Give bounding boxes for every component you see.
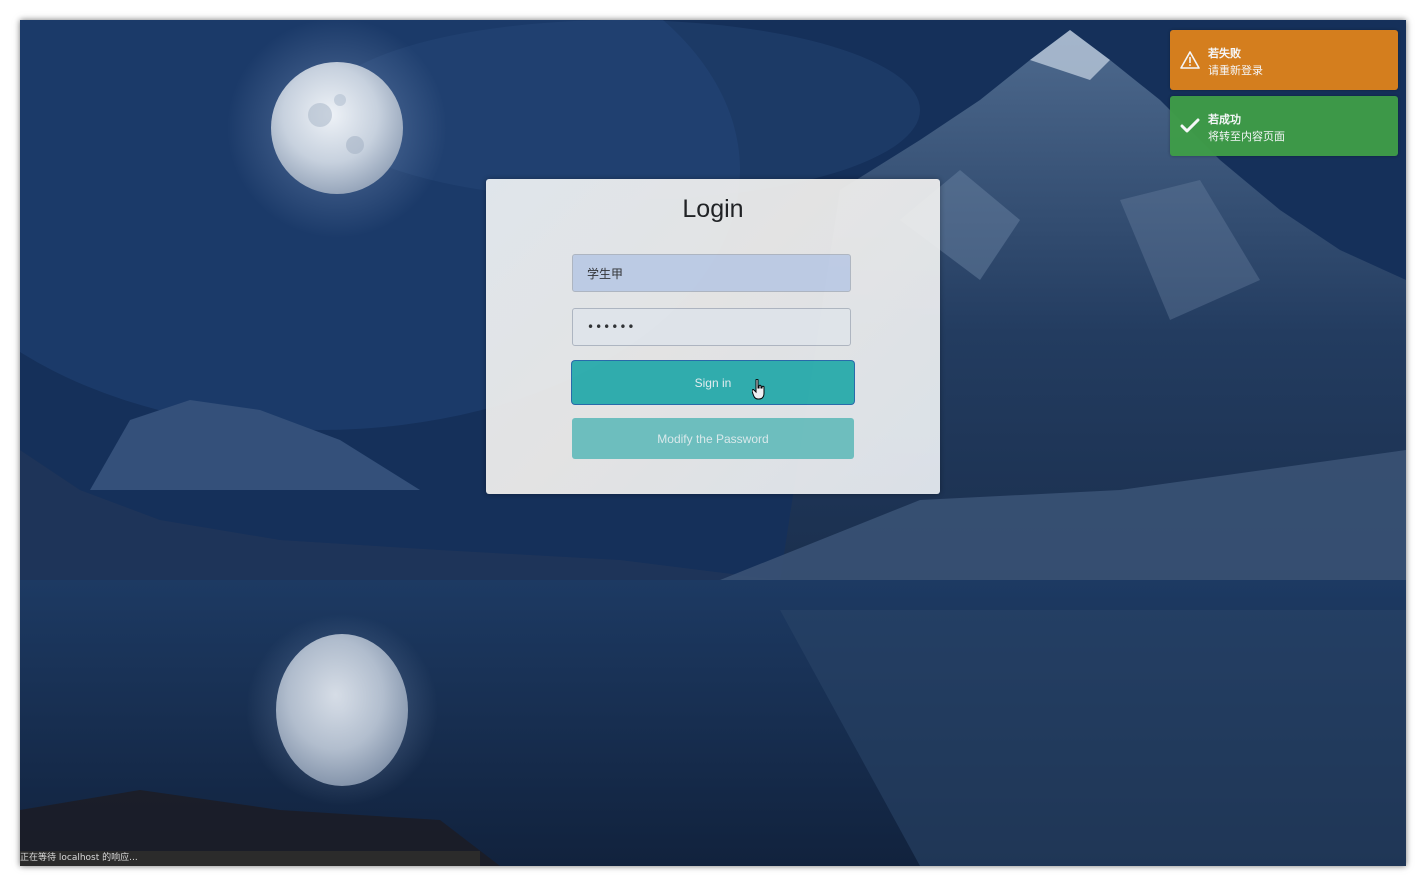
browser-viewport: Login Sign in Modify the Password 若失败 请重… bbox=[20, 20, 1406, 866]
notification-title: 若失败 bbox=[1208, 47, 1241, 60]
sign-in-button[interactable]: Sign in bbox=[572, 361, 854, 404]
notification-title: 若成功 bbox=[1208, 113, 1241, 126]
notification-text: 将转至内容页面 bbox=[1208, 130, 1285, 143]
success-notification[interactable]: 若成功 将转至内容页面 bbox=[1170, 96, 1398, 156]
warning-triangle-icon bbox=[1180, 51, 1200, 69]
warning-notification[interactable]: 若失败 请重新登录 bbox=[1170, 30, 1398, 90]
login-title: Login bbox=[682, 195, 744, 223]
check-icon bbox=[1180, 118, 1200, 133]
notification-text: 请重新登录 bbox=[1208, 64, 1263, 77]
password-input[interactable] bbox=[572, 308, 851, 346]
login-card: Login Sign in Modify the Password bbox=[486, 179, 940, 494]
modify-password-button[interactable]: Modify the Password bbox=[572, 418, 854, 459]
hand-pointer-cursor-icon bbox=[752, 379, 765, 400]
browser-status-bar: 正在等待 localhost 的响应... bbox=[20, 851, 480, 866]
username-input[interactable] bbox=[572, 254, 851, 292]
